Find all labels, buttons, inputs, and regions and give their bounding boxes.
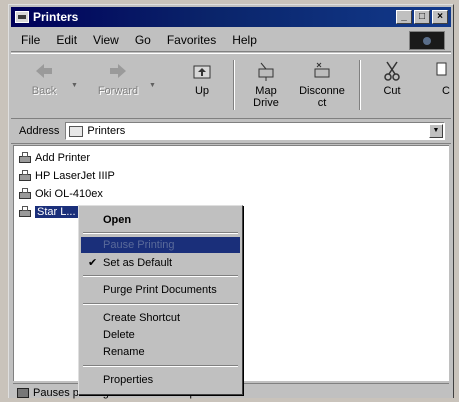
copy-button[interactable]: C [421, 58, 451, 112]
menu-set-as-default[interactable]: ✔ Set as Default [81, 255, 240, 271]
list-item-add-printer[interactable]: Add Printer [18, 150, 90, 166]
menu-purge-print-documents[interactable]: Purge Print Documents [81, 282, 240, 298]
list-item-printer[interactable]: Oki OL-410ex [18, 186, 103, 202]
map-drive-label-1: Map [255, 85, 277, 97]
menu-go[interactable]: Go [135, 33, 151, 47]
printers-folder-icon [69, 125, 84, 137]
menu-separator [83, 365, 238, 367]
menu-help[interactable]: Help [232, 33, 257, 47]
toolbar-separator [233, 60, 235, 110]
item-label: Add Printer [35, 152, 91, 164]
menu-set-as-default-label: Set as Default [103, 257, 173, 269]
toolbar-separator [359, 60, 361, 110]
menu-separator [83, 303, 238, 305]
menu-properties[interactable]: Properties [81, 372, 240, 388]
item-label: HP LaserJet IIIP [35, 170, 115, 182]
copy-icon [425, 60, 447, 82]
menu-bar: File Edit View Go Favorites Help [11, 29, 451, 52]
item-label: Star L... [35, 206, 78, 218]
menu-view[interactable]: View [93, 33, 119, 47]
window-title: Printers [33, 10, 79, 24]
context-menu: Open Pause Printing ✔ Set as Default Pur… [78, 205, 243, 395]
back-label: Back [31, 85, 57, 97]
window-controls: _ □ × [396, 10, 448, 24]
printer-icon [18, 206, 32, 218]
menu-favorites[interactable]: Favorites [167, 33, 216, 47]
menu-pause-printing[interactable]: Pause Printing [81, 237, 240, 253]
printer-icon [18, 170, 32, 182]
checkmark-icon: ✔ [88, 257, 98, 269]
printers-folder-icon [15, 11, 29, 23]
menu-separator [83, 232, 238, 234]
minimize-button[interactable]: _ [396, 10, 412, 24]
windows-logo-icon [409, 31, 445, 50]
add-printer-icon [18, 152, 32, 164]
forward-label: Forward [97, 85, 139, 97]
cut-label: Cut [383, 85, 401, 97]
disconnect-label-1: Disconne [299, 85, 345, 97]
up-folder-icon [191, 60, 213, 82]
menu-file[interactable]: File [21, 33, 40, 47]
menu-open[interactable]: Open [81, 212, 240, 228]
menu-create-shortcut[interactable]: Create Shortcut [81, 310, 240, 326]
address-bar: Address Printers ▼ [11, 119, 451, 144]
item-label: Oki OL-410ex [35, 188, 103, 200]
printer-status-icon [17, 388, 29, 398]
menu-edit[interactable]: Edit [56, 33, 77, 47]
copy-label: C [442, 85, 450, 97]
list-item-printer[interactable]: HP LaserJet IIIP [18, 168, 115, 184]
disconnect-drive-icon [311, 60, 333, 82]
maximize-button[interactable]: □ [414, 10, 430, 24]
forward-dropdown-icon[interactable]: ▼ [149, 82, 156, 89]
menu-rename[interactable]: Rename [81, 344, 240, 360]
back-button[interactable]: Back [19, 58, 69, 112]
map-drive-button[interactable]: Map Drive [241, 58, 291, 112]
map-drive-label-2: Drive [253, 97, 279, 109]
menu-separator [83, 275, 238, 277]
printer-icon [18, 188, 32, 200]
menu-delete[interactable]: Delete [81, 327, 240, 343]
address-dropdown-icon[interactable]: ▼ [429, 124, 443, 138]
address-value: Printers [87, 125, 126, 137]
toolbar: Back ▼ Forward ▼ Up Map Drive Disconne c… [11, 53, 451, 119]
disconnect-label-2: ct [317, 97, 327, 109]
scissors-icon [381, 60, 403, 82]
back-arrow-icon [33, 60, 55, 82]
address-field[interactable]: Printers ▼ [65, 122, 445, 140]
title-bar: Printers _ □ × [11, 7, 451, 27]
map-drive-icon [255, 60, 277, 82]
back-dropdown-icon[interactable]: ▼ [71, 82, 78, 89]
up-button[interactable]: Up [177, 58, 227, 112]
address-label: Address [19, 125, 60, 137]
up-label: Up [194, 85, 210, 97]
cut-button[interactable]: Cut [367, 58, 417, 112]
disconnect-button[interactable]: Disconne ct [293, 58, 351, 112]
list-item-printer-selected[interactable]: Star L... [18, 204, 78, 220]
close-button[interactable]: × [432, 10, 448, 24]
forward-arrow-icon [107, 60, 129, 82]
forward-button[interactable]: Forward [89, 58, 147, 112]
